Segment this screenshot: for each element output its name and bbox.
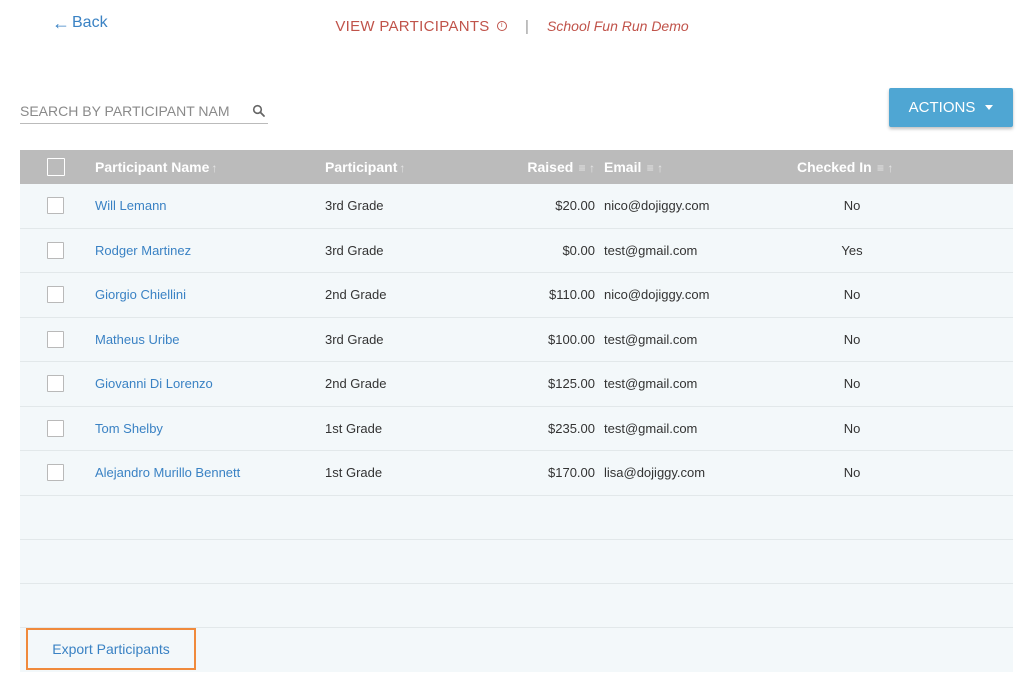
- row-checkbox[interactable]: [47, 419, 64, 437]
- row-checkbox[interactable]: [47, 197, 64, 214]
- sort-arrow-icon[interactable]: ↑: [399, 161, 405, 175]
- raised-amount: $0.00: [562, 242, 595, 258]
- column-header-raised[interactable]: Raised ≡ ↑: [527, 159, 595, 175]
- column-label-email: Email: [604, 159, 642, 175]
- participant-grade: 1st Grade: [325, 420, 383, 436]
- raised-amount: $170.00: [548, 465, 595, 481]
- checked-in-status: No: [843, 287, 861, 303]
- export-participants-button[interactable]: Export Participants: [26, 628, 196, 670]
- select-all-checkbox[interactable]: [47, 158, 65, 176]
- search-icon[interactable]: [252, 104, 266, 118]
- title-separator: |: [524, 18, 529, 35]
- participant-name-link[interactable]: Matheus Uribe: [95, 332, 180, 347]
- participants-table: Participant Name ↑ Participant ↑ Raised ≡ …: [20, 150, 1013, 672]
- checked-in-status: No: [843, 198, 861, 214]
- filter-icon[interactable]: ≡: [647, 161, 654, 175]
- participant-name-link[interactable]: Giorgio Chiellini: [95, 287, 186, 302]
- checked-in-status: No: [843, 331, 861, 347]
- participant-grade: 2nd Grade: [325, 287, 387, 303]
- participant-name-link[interactable]: Rodger Martinez: [95, 243, 191, 258]
- raised-amount: $235.00: [548, 420, 595, 436]
- column-label-raised: Raised: [527, 159, 574, 175]
- actions-label: ACTIONS: [908, 99, 976, 116]
- row-checkbox[interactable]: [47, 464, 64, 481]
- column-header-participant[interactable]: Participant ↑: [325, 159, 405, 175]
- search-input[interactable]: [20, 102, 230, 119]
- search-bar: [20, 98, 268, 124]
- caret-down-icon: [985, 105, 994, 110]
- participant-grade: 3rd Grade: [325, 242, 384, 258]
- participant-email: test@gmail.com: [604, 242, 698, 258]
- row-checkbox[interactable]: [47, 375, 64, 392]
- sort-arrow-icon[interactable]: ↑: [887, 161, 893, 175]
- participant-grade: 1st Grade: [325, 465, 383, 481]
- participant-name-link[interactable]: Giovanni Di Lorenzo: [95, 376, 213, 391]
- table-row: Giovanni Di Lorenzo 2nd Grade $125.00 te…: [20, 362, 1013, 407]
- participant-email: lisa@dojiggy.com: [604, 465, 706, 481]
- participant-grade: 3rd Grade: [325, 198, 384, 214]
- table-header: Participant Name ↑ Participant ↑ Raised ≡ …: [20, 150, 1013, 184]
- column-label-checked-in: Checked In: [797, 159, 872, 175]
- actions-button[interactable]: ACTIONS: [889, 88, 1013, 127]
- table-row: Rodger Martinez 3rd Grade $0.00 test@gma…: [20, 228, 1013, 273]
- page-title: VIEW PARTICIPANTS: [335, 18, 490, 35]
- page-header: VIEW PARTICIPANTS i | School Fun Run Dem…: [0, 18, 1024, 35]
- filter-icon[interactable]: ≡: [877, 161, 884, 175]
- sort-arrow-icon[interactable]: ↑: [589, 161, 595, 175]
- raised-amount: $125.00: [548, 376, 595, 392]
- empty-row: [20, 495, 1013, 540]
- column-header-email[interactable]: Email ≡ ↑: [604, 159, 663, 175]
- raised-amount: $100.00: [548, 331, 595, 347]
- checked-in-status: No: [843, 376, 861, 392]
- checked-in-status: No: [843, 465, 861, 481]
- participant-grade: 3rd Grade: [325, 331, 384, 347]
- table-row: Tom Shelby 1st Grade $235.00 test@gmail.…: [20, 406, 1013, 451]
- table-row: Matheus Uribe 3rd Grade $100.00 test@gma…: [20, 317, 1013, 362]
- sort-arrow-icon[interactable]: ↑: [211, 161, 217, 175]
- sort-arrow-icon[interactable]: ↑: [657, 161, 663, 175]
- filter-icon[interactable]: ≡: [579, 161, 586, 175]
- participant-grade: 2nd Grade: [325, 376, 387, 392]
- event-name: School Fun Run Demo: [547, 18, 689, 34]
- column-label-name: Participant Name: [95, 159, 210, 175]
- table-row: Alejandro Murillo Bennett 1st Grade $170…: [20, 451, 1013, 496]
- raised-amount: $20.00: [555, 198, 595, 214]
- empty-row: [20, 539, 1013, 584]
- row-checkbox[interactable]: [47, 286, 64, 303]
- participant-name-link[interactable]: Alejandro Murillo Bennett: [95, 465, 240, 480]
- table-row: Will Lemann 3rd Grade $20.00 nico@dojigg…: [20, 184, 1013, 229]
- empty-row: [20, 583, 1013, 628]
- participant-email: test@gmail.com: [604, 331, 698, 347]
- participant-name-link[interactable]: Tom Shelby: [95, 421, 163, 436]
- checked-in-status: No: [843, 420, 861, 436]
- table-row: Giorgio Chiellini 2nd Grade $110.00 nico…: [20, 273, 1013, 318]
- column-header-name[interactable]: Participant Name ↑: [95, 159, 217, 175]
- participant-name-link[interactable]: Will Lemann: [95, 198, 167, 213]
- select-all-checkbox-wrap: [47, 158, 65, 176]
- participant-email: nico@dojiggy.com: [604, 198, 710, 214]
- column-header-checked-in[interactable]: Checked In ≡ ↑: [797, 159, 893, 175]
- table-body: Will Lemann 3rd Grade $20.00 nico@dojigg…: [20, 184, 1013, 672]
- column-label-participant: Participant: [325, 159, 398, 175]
- participant-email: nico@dojiggy.com: [604, 287, 710, 303]
- row-checkbox[interactable]: [47, 330, 64, 348]
- participant-email: test@gmail.com: [604, 420, 698, 436]
- row-checkbox[interactable]: [47, 241, 64, 259]
- participant-email: test@gmail.com: [604, 376, 698, 392]
- raised-amount: $110.00: [548, 287, 595, 303]
- checked-in-status: Yes: [841, 242, 863, 258]
- info-icon[interactable]: i: [496, 21, 507, 32]
